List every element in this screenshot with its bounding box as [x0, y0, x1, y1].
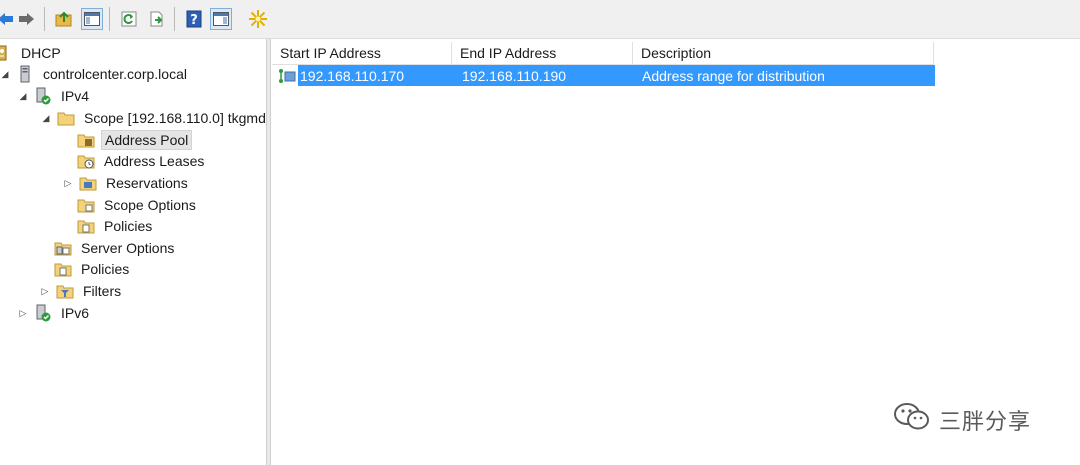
wechat-icon — [893, 402, 931, 438]
tree-item-dhcp[interactable]: DHCP — [0, 42, 64, 64]
pane-splitter[interactable] — [266, 39, 271, 465]
tree-item-ipv4[interactable]: ◢ IPv4 — [18, 85, 92, 107]
list-header: Start IP Address End IP Address Descript… — [272, 42, 934, 65]
tree-item-label: IPv6 — [61, 305, 90, 321]
tree-item-label: DHCP — [21, 45, 61, 61]
policies-icon — [54, 260, 72, 278]
tree-item-label: Policies — [104, 218, 153, 234]
tree-item-label: controlcenter.corp.local — [43, 66, 187, 82]
show-hide-console-tree-icon[interactable] — [81, 8, 103, 30]
column-header-start-ip[interactable]: Start IP Address — [272, 42, 452, 64]
ip-range-icon — [278, 67, 296, 85]
ipv6-icon — [34, 304, 52, 322]
ipv4-icon — [34, 87, 52, 105]
tree-item-label: Address Leases — [104, 153, 205, 169]
back-arrow-icon[interactable] — [0, 8, 16, 30]
toolbar-separator — [44, 7, 45, 31]
svg-text:?: ? — [190, 13, 198, 28]
expanded-arrow-icon[interactable]: ◢ — [0, 69, 10, 79]
expanded-arrow-icon[interactable]: ◢ — [18, 91, 28, 101]
forward-arrow-icon[interactable] — [16, 8, 38, 30]
tree-item-label: Address Pool — [101, 130, 193, 150]
column-header-end-ip[interactable]: End IP Address — [452, 42, 633, 64]
server-options-icon — [54, 239, 72, 257]
tree-item-label: Policies — [81, 261, 130, 277]
tree-item-reservations[interactable]: ▷ Reservations — [63, 172, 191, 194]
address-pool-icon — [77, 131, 95, 149]
export-list-icon[interactable] — [146, 8, 168, 30]
tree-item-scope[interactable]: ◢ Scope [192.168.110.0] tkgmd — [41, 107, 266, 129]
toolbar-separator — [109, 7, 110, 31]
watermark: 三胖分享 — [893, 402, 1031, 438]
help-icon[interactable]: ? — [183, 8, 205, 30]
reservations-icon — [79, 174, 97, 192]
toolbar-separator — [174, 7, 175, 31]
address-leases-icon — [77, 152, 95, 170]
tree-item-label: Scope [192.168.110.0] tkgmd — [84, 110, 266, 126]
scope-options-icon — [77, 196, 95, 214]
up-folder-icon[interactable] — [53, 8, 75, 30]
tree-item-label: IPv4 — [61, 88, 90, 104]
tree-item-server[interactable]: ◢ controlcenter.corp.local — [0, 63, 190, 85]
tree-item-server-options[interactable]: Server Options — [54, 237, 177, 259]
tree-item-ipv6[interactable]: ▷ IPv6 — [18, 302, 92, 324]
table-row[interactable]: 192.168.110.170 192.168.110.190 Address … — [278, 65, 935, 86]
console-tree[interactable]: DHCP ◢ controlcenter.corp.local ◢ IPv4 ◢… — [0, 39, 266, 465]
selected-row-highlight: 192.168.110.170 192.168.110.190 Address … — [298, 65, 935, 86]
cell-end-ip: 192.168.110.190 — [462, 67, 567, 84]
new-item-star-icon[interactable] — [247, 8, 269, 30]
tree-item-label: Scope Options — [104, 197, 196, 213]
collapsed-arrow-icon[interactable]: ▷ — [40, 286, 50, 296]
scope-folder-icon — [57, 109, 75, 127]
tree-item-filters[interactable]: ▷ Filters — [40, 280, 124, 302]
tree-item-label: Server Options — [81, 240, 175, 256]
collapsed-arrow-icon[interactable]: ▷ — [63, 178, 73, 188]
watermark-text: 三胖分享 — [939, 410, 1032, 435]
tree-item-address-pool[interactable]: Address Pool — [77, 129, 193, 151]
tree-item-scope-options[interactable]: Scope Options — [77, 194, 199, 216]
filters-icon — [56, 282, 74, 300]
column-header-description[interactable]: Description — [633, 42, 934, 64]
expanded-arrow-icon[interactable]: ◢ — [41, 113, 51, 123]
refresh-icon[interactable] — [118, 8, 140, 30]
tree-item-scope-policies[interactable]: Policies — [77, 215, 155, 237]
dhcp-icon — [0, 44, 12, 62]
policies-icon — [77, 217, 95, 235]
tree-item-server-policies[interactable]: Policies — [54, 258, 132, 280]
tree-item-label: Filters — [83, 283, 122, 299]
show-hide-action-pane-icon[interactable] — [210, 8, 232, 30]
tree-item-label: Reservations — [106, 175, 188, 191]
toolbar: ? — [0, 0, 1080, 39]
server-icon — [16, 65, 34, 83]
cell-description: Address range for distribution — [642, 67, 825, 84]
tree-item-address-leases[interactable]: Address Leases — [77, 150, 207, 172]
cell-start-ip: 192.168.110.170 — [300, 67, 405, 84]
collapsed-arrow-icon[interactable]: ▷ — [18, 308, 28, 318]
